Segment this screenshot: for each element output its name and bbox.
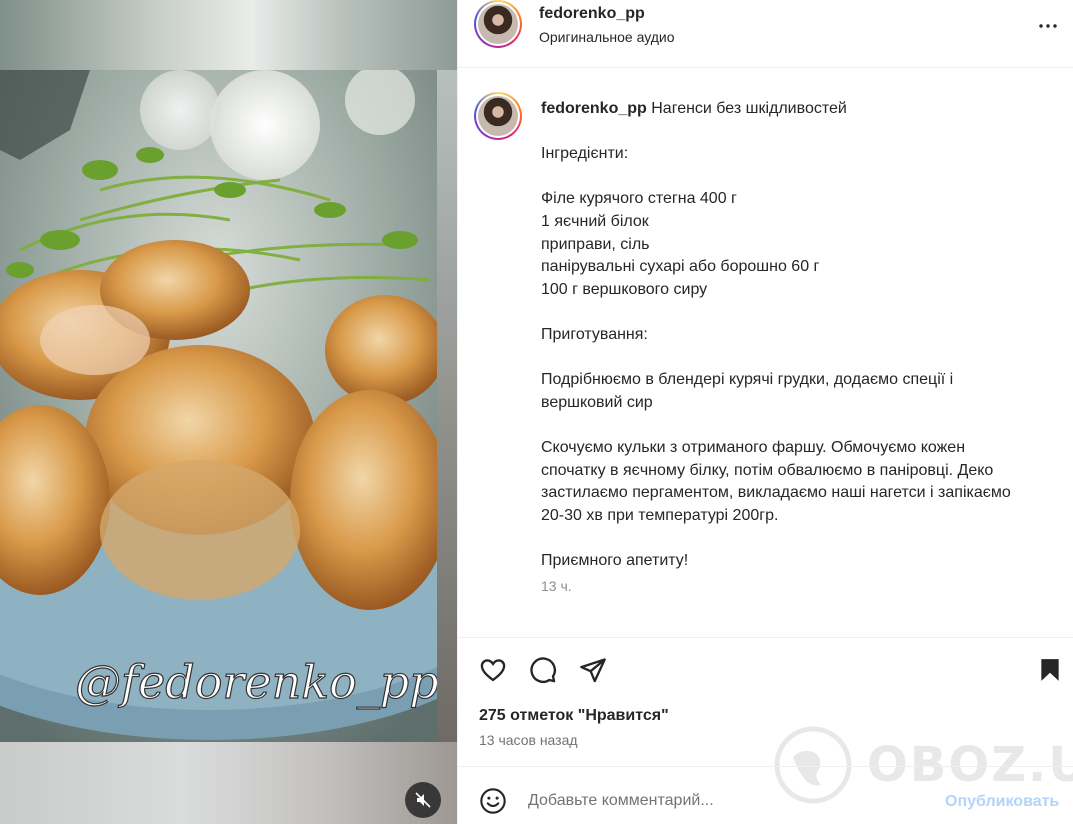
- caption-author-avatar[interactable]: [474, 92, 522, 140]
- post-media[interactable]: @fedorenko_pp: [0, 0, 457, 824]
- media-blur-right: [437, 70, 457, 742]
- share-button[interactable]: [575, 652, 611, 688]
- author-username[interactable]: fedorenko_pp: [539, 5, 645, 23]
- caption-blank-line: [541, 527, 1061, 550]
- post-caption: fedorenko_pp Нагенси без шкідливостей Ін…: [458, 68, 1073, 638]
- caption-username[interactable]: fedorenko_pp: [541, 100, 647, 117]
- caption-line: 100 г вершкового сиру: [541, 280, 708, 298]
- publish-button[interactable]: Опубликовать: [945, 793, 1059, 811]
- post-header: fedorenko_pp Оригинальное аудио: [458, 0, 1073, 68]
- caption-line: Скочуємо кульки з отриманого фаршу. Обмо…: [541, 438, 966, 456]
- caption-line: Філе курячого стегна 400 г: [541, 190, 737, 208]
- save-button[interactable]: [1032, 652, 1068, 688]
- heart-icon: [480, 659, 506, 682]
- author-avatar[interactable]: [474, 0, 522, 48]
- caption-line: панірувальні сухарі або борошно 60 г: [541, 258, 820, 276]
- more-options-button[interactable]: [1036, 14, 1060, 38]
- comment-button[interactable]: [525, 652, 561, 688]
- comment-icon: [530, 657, 556, 683]
- media-blur-top: [0, 0, 457, 70]
- comment-composer: Опубликовать: [458, 766, 1073, 824]
- likes-count[interactable]: 275 отметок "Нравится": [479, 707, 669, 725]
- post-details-panel: fedorenko_pp Оригинальное аудио fedorenk…: [457, 0, 1073, 824]
- caption-line: Приємного апетиту!: [541, 551, 689, 569]
- caption-line: застилаємо пергаментом, викладаємо наші …: [541, 484, 1011, 502]
- post-timestamp[interactable]: 13 часов назад: [479, 732, 578, 748]
- caption-line: 1 яєчний білок: [541, 212, 649, 230]
- emoji-button[interactable]: [478, 786, 508, 816]
- speaker-muted-icon: [415, 792, 431, 808]
- caption-age: 13 ч.: [541, 578, 572, 594]
- mute-toggle-button[interactable]: [405, 782, 441, 818]
- caption-blank-line: [541, 166, 1061, 189]
- caption-line: 20-30 хв при температурі 200гр.: [541, 506, 779, 524]
- caption-line: Приготування:: [541, 325, 648, 343]
- nuggets-photo: @fedorenko_pp: [0, 70, 437, 742]
- share-icon: [580, 658, 606, 683]
- media-blur-bottom: [0, 742, 457, 824]
- caption-line: приправи, сіль: [541, 235, 650, 253]
- caption-line: спочатку в яєчному білку, потім обвалюєм…: [541, 461, 994, 479]
- caption-blank-line: [541, 301, 1061, 324]
- caption-blank-line: [541, 347, 1061, 370]
- original-audio-link[interactable]: Оригинальное аудио: [539, 29, 675, 45]
- media-handle-watermark: @fedorenko_pp: [75, 655, 437, 709]
- bookmark-filled-icon: [1041, 659, 1059, 681]
- caption-blank-line: [541, 414, 1061, 437]
- caption-body: Інгредієнти: Філе курячого стегна 400 г 1…: [541, 143, 1061, 572]
- caption-text: fedorenko_pp Нагенси без шкідливостей Ін…: [541, 98, 1061, 572]
- caption-line: Інгредієнти:: [541, 145, 629, 163]
- like-button[interactable]: [475, 652, 511, 688]
- caption-line: Подрібнюємо в блендері курячі грудки, до…: [541, 371, 954, 389]
- caption-line: вершковий сир: [541, 393, 653, 411]
- comment-input[interactable]: [528, 787, 928, 815]
- emoji-icon: [480, 788, 506, 814]
- caption-title: Нагенси без шкідливостей: [651, 100, 847, 117]
- more-horizontal-icon: [1039, 24, 1057, 28]
- action-bar: [458, 638, 1073, 702]
